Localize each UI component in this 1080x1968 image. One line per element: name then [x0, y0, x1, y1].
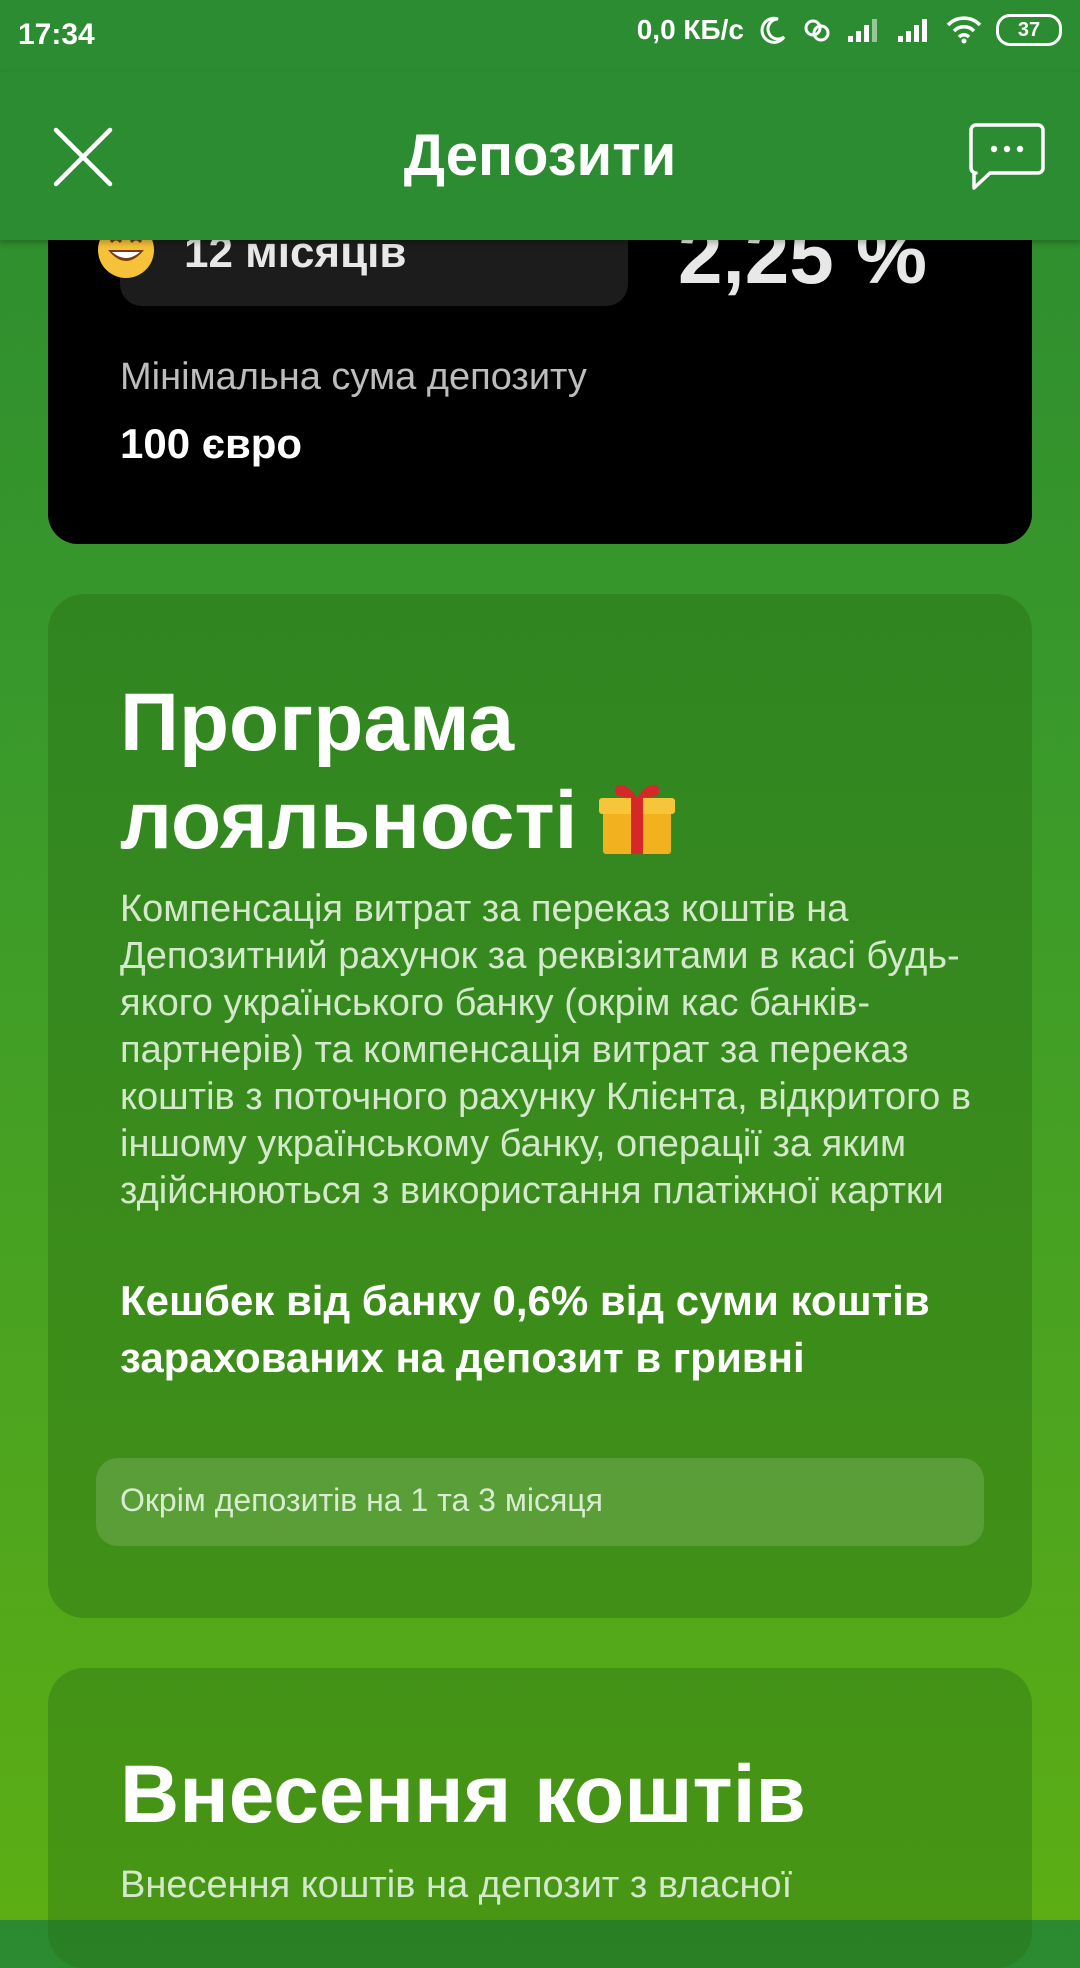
loyalty-title: Програма лояльності	[120, 674, 679, 870]
exception-note: Окрім депозитів на 1 та 3 місяця	[96, 1458, 984, 1546]
page-title: Депозити	[403, 123, 677, 188]
loyalty-title-line1: Програма	[120, 677, 515, 768]
gift-icon	[599, 784, 676, 854]
deposit-funding-description: Внесення коштів на депозит з власної	[120, 1864, 793, 1906]
signal-icon-2	[898, 19, 927, 42]
loyalty-description: Компенсація витрат за переказ коштів на …	[120, 888, 972, 1212]
network-speed: 0,0 КБ/с	[636, 14, 744, 45]
exception-text: Окрім депозитів на 1 та 3 місяця	[120, 1482, 603, 1518]
battery-indicator: 37	[996, 14, 1062, 46]
min-amount-value: 100 євро	[120, 420, 303, 467]
status-bar: 17:34 0,0 КБ/с 37	[0, 0, 1080, 72]
deposit-funding-card: Внесення коштів Внесення коштів на депоз…	[48, 1668, 1032, 1968]
wifi-icon	[946, 16, 982, 44]
status-time: 17:34	[18, 18, 95, 51]
loyalty-program-card: Програма лояльності Компенсація витрат з…	[48, 594, 1032, 1618]
signal-icon	[848, 19, 877, 42]
chat-bubble-icon[interactable]	[968, 122, 1046, 192]
loyalty-title-line2: лояльності	[120, 775, 578, 866]
status-icons: 0,0 КБ/с 37	[637, 14, 1062, 46]
deposit-funding-title: Внесення коштів	[120, 1749, 806, 1840]
app-header: Депозити	[0, 72, 1080, 240]
min-amount-label: Мінімальна сума депозиту	[120, 356, 587, 398]
moon-icon	[760, 16, 786, 44]
link-icon	[804, 19, 830, 42]
cashback-text: Кешбек від банку 0,6% від суми коштів за…	[120, 1277, 930, 1381]
